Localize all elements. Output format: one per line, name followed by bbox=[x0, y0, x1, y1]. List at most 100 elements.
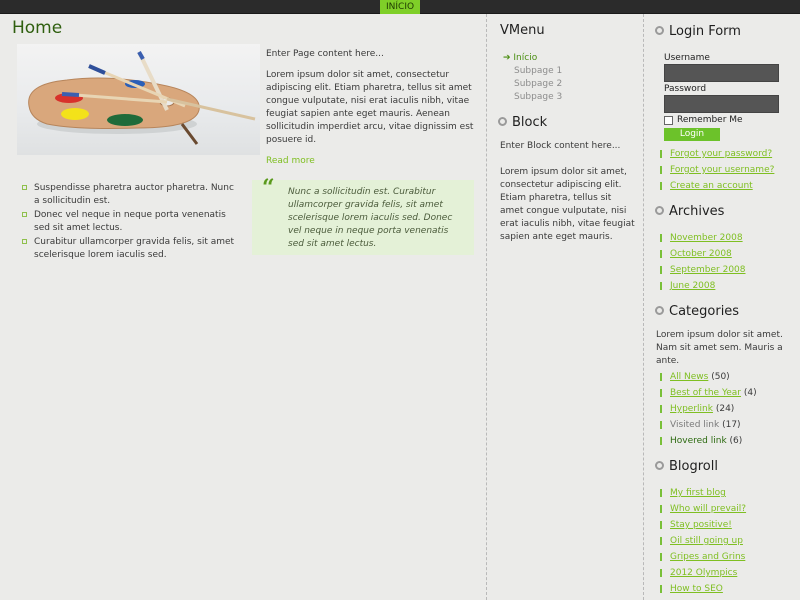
top-navigation-bar: INÍCIO bbox=[0, 0, 800, 14]
vmenu-item-subpage-2[interactable]: Subpage 2 bbox=[503, 78, 562, 91]
remember-me-label: Remember Me bbox=[677, 115, 743, 125]
list-item: Visited link (17) bbox=[658, 417, 798, 433]
category-link[interactable]: All News bbox=[670, 372, 708, 382]
create-account-link[interactable]: Create an account bbox=[670, 181, 753, 191]
category-count: (4) bbox=[743, 388, 757, 398]
blogroll-link[interactable]: My first blog bbox=[670, 488, 726, 498]
list-bar-icon bbox=[660, 505, 662, 513]
quote-text: Nunc a sollicitudin est. Curabitur ullam… bbox=[288, 187, 453, 249]
list-item: Forgot your username? bbox=[658, 162, 798, 178]
circle-bullet-icon bbox=[498, 117, 507, 126]
nav-item-inicio[interactable]: INÍCIO bbox=[380, 0, 421, 14]
category-link[interactable]: Hyperlink bbox=[670, 404, 713, 414]
vmenu-list: ➔ Início Subpage 1 Subpage 2 Subpage 3 bbox=[503, 52, 562, 104]
archives-title: Archives bbox=[669, 204, 725, 219]
list-item: Donec vel neque in neque porta venenatis… bbox=[22, 209, 242, 235]
blogroll-heading: Blogroll bbox=[655, 459, 718, 474]
list-bar-icon bbox=[660, 489, 662, 497]
list-item: How to SEO bbox=[658, 581, 798, 597]
blogroll-link[interactable]: Oil still going up bbox=[670, 536, 743, 546]
arrow-right-icon: ➔ bbox=[503, 53, 514, 63]
paint-palette-illustration bbox=[28, 51, 256, 145]
archive-link[interactable]: September 2008 bbox=[670, 265, 746, 275]
blogroll-link[interactable]: How to SEO bbox=[670, 584, 723, 594]
password-input[interactable] bbox=[664, 95, 779, 113]
archive-link[interactable]: November 2008 bbox=[670, 233, 743, 243]
categories-list: All News (50) Best of the Year (4) Hyper… bbox=[658, 369, 798, 449]
list-item: June 2008 bbox=[658, 278, 798, 294]
blogroll-title: Blogroll bbox=[669, 459, 718, 474]
list-item: Forgot your password? bbox=[658, 146, 798, 162]
read-more-link[interactable]: Read more bbox=[266, 156, 315, 166]
list-item: Gripes and Grins bbox=[658, 549, 798, 565]
block-intro: Enter Block content here... bbox=[500, 141, 621, 151]
list-item: Create an account bbox=[658, 178, 798, 194]
list-bar-icon bbox=[660, 569, 662, 577]
archives-list: November 2008 October 2008 September 200… bbox=[658, 230, 798, 294]
archive-link[interactable]: October 2008 bbox=[670, 249, 732, 259]
blogroll-link[interactable]: Gripes and Grins bbox=[670, 552, 745, 562]
list-item: September 2008 bbox=[658, 262, 798, 278]
category-link[interactable]: Best of the Year bbox=[670, 388, 741, 398]
circle-bullet-icon bbox=[655, 306, 664, 315]
remember-me-checkbox[interactable] bbox=[664, 115, 673, 125]
categories-heading: Categories bbox=[655, 304, 739, 319]
blogroll-link[interactable]: 2012 Olympics bbox=[670, 568, 737, 578]
category-count: (6) bbox=[729, 436, 743, 446]
list-bar-icon bbox=[660, 537, 662, 545]
archives-heading: Archives bbox=[655, 204, 724, 219]
username-input[interactable] bbox=[664, 64, 779, 82]
categories-text: Lorem ipsum dolor sit amet. Nam sit amet… bbox=[656, 330, 783, 366]
bullet-square-icon bbox=[22, 239, 27, 244]
category-link[interactable]: Visited link bbox=[670, 420, 719, 430]
bullet-square-icon bbox=[22, 185, 27, 190]
category-count: (24) bbox=[715, 404, 735, 414]
page-title: Home bbox=[12, 18, 63, 38]
list-bar-icon bbox=[660, 437, 662, 445]
login-button[interactable]: Login bbox=[664, 128, 720, 141]
block-title: Block bbox=[512, 115, 548, 130]
list-bar-icon bbox=[660, 389, 662, 397]
main-content-column: Home Enter Page content here... Lorem ip… bbox=[0, 14, 487, 600]
archive-link[interactable]: June 2008 bbox=[670, 281, 715, 291]
vmenu-title: VMenu bbox=[500, 23, 545, 38]
list-bar-icon bbox=[660, 266, 662, 274]
list-item: Suspendisse pharetra auctor pharetra. Nu… bbox=[22, 182, 242, 208]
circle-bullet-icon bbox=[655, 206, 664, 215]
list-bar-icon bbox=[660, 421, 662, 429]
login-links: Forgot your password? Forgot your userna… bbox=[658, 146, 798, 194]
list-item: Hovered link (6) bbox=[658, 433, 798, 449]
vmenu-item-subpage-1[interactable]: Subpage 1 bbox=[503, 65, 562, 78]
list-item: All News (50) bbox=[658, 369, 798, 385]
blogroll-link[interactable]: Who will prevail? bbox=[670, 504, 746, 514]
list-bar-icon bbox=[660, 150, 662, 158]
categories-title: Categories bbox=[669, 304, 740, 319]
password-label: Password bbox=[664, 84, 707, 94]
paint-palette-image bbox=[17, 44, 260, 155]
list-item: November 2008 bbox=[658, 230, 798, 246]
list-bar-icon bbox=[660, 182, 662, 190]
vmenu-item-inicio[interactable]: ➔ Início bbox=[503, 52, 562, 65]
category-link[interactable]: Hovered link bbox=[670, 436, 727, 446]
list-bar-icon bbox=[660, 250, 662, 258]
list-bar-icon bbox=[660, 166, 662, 174]
list-item: 2012 Olympics bbox=[658, 565, 798, 581]
login-form: Username Password Remember Me Login bbox=[664, 52, 782, 141]
forgot-username-link[interactable]: Forgot your username? bbox=[670, 165, 774, 175]
list-bar-icon bbox=[660, 282, 662, 290]
block-text: Lorem ipsum dolor sit amet, consectetur … bbox=[500, 167, 635, 242]
list-bar-icon bbox=[660, 553, 662, 561]
list-bar-icon bbox=[660, 373, 662, 381]
vmenu-item-subpage-3[interactable]: Subpage 3 bbox=[503, 91, 562, 104]
blogroll-link[interactable]: Stay positive! bbox=[670, 520, 732, 530]
list-item: Oil still going up bbox=[658, 533, 798, 549]
blogroll-list: My first blog Who will prevail? Stay pos… bbox=[658, 485, 798, 597]
list-bar-icon bbox=[660, 234, 662, 242]
list-bar-icon bbox=[660, 521, 662, 529]
forgot-password-link[interactable]: Forgot your password? bbox=[670, 149, 772, 159]
category-count: (17) bbox=[722, 420, 741, 430]
list-item: October 2008 bbox=[658, 246, 798, 262]
list-item: Hyperlink (24) bbox=[658, 401, 798, 417]
login-heading: Login Form bbox=[655, 24, 741, 39]
right-sidebar: Login Form Username Password Remember Me… bbox=[644, 14, 800, 600]
